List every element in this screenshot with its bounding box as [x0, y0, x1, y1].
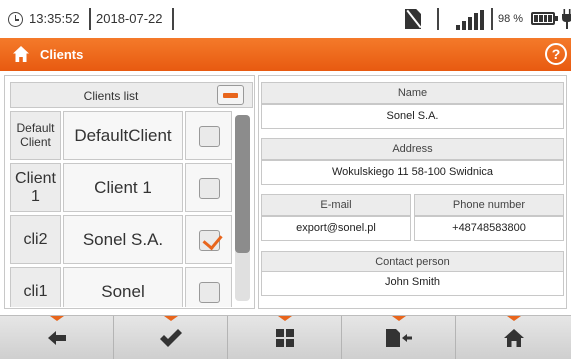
battery-icon	[531, 12, 558, 25]
client-id: Default Client	[10, 111, 61, 160]
email-label: E-mail	[261, 194, 411, 216]
table-row[interactable]: cli1 Sonel	[10, 267, 232, 307]
clients-list: Default Client DefaultClient Client 1 Cl…	[10, 111, 232, 307]
name-label: Name	[261, 82, 564, 104]
client-name: Sonel	[63, 267, 183, 307]
email-field[interactable]: export@sonel.pl	[261, 216, 411, 241]
client-id: cli1	[10, 267, 61, 307]
name-field[interactable]: Sonel S.A.	[261, 104, 564, 129]
home-icon	[503, 329, 524, 347]
bottom-toolbar	[0, 315, 571, 359]
table-row[interactable]: cli2 Sonel S.A.	[10, 215, 232, 266]
clients-list-title: Clients list	[83, 89, 139, 103]
status-divider	[89, 8, 91, 30]
select-all-checkbox[interactable]	[217, 85, 244, 105]
back-button[interactable]	[0, 316, 114, 359]
client-checkbox-checked[interactable]	[199, 230, 220, 251]
home-icon[interactable]	[12, 45, 30, 63]
confirm-button[interactable]	[114, 316, 228, 359]
power-plug-icon	[562, 9, 571, 29]
checkbox-cell	[185, 163, 232, 212]
checkbox-cell	[185, 215, 232, 264]
help-icon[interactable]: ?	[545, 43, 567, 65]
status-date: 2018-07-22	[96, 11, 163, 26]
menu-grid-button[interactable]	[228, 316, 342, 359]
client-name: Sonel S.A.	[63, 215, 183, 264]
table-row[interactable]: Default Client DefaultClient	[10, 111, 232, 162]
clients-list-header: Clients list	[10, 82, 253, 108]
status-divider	[437, 8, 439, 30]
client-checkbox[interactable]	[199, 126, 220, 147]
client-name: Client 1	[63, 163, 183, 212]
address-label: Address	[261, 138, 564, 160]
status-divider	[172, 8, 174, 30]
clock-icon	[8, 12, 23, 27]
title-bar: Clients ?	[0, 38, 571, 71]
status-divider	[491, 8, 493, 30]
signal-strength-icon	[456, 10, 484, 30]
home-button[interactable]	[456, 316, 571, 359]
clients-screen: Clients list Default Client DefaultClien…	[0, 71, 571, 315]
battery-percent: 98 %	[498, 13, 524, 25]
confirm-check-icon	[159, 329, 182, 347]
scrollbar-thumb[interactable]	[235, 115, 250, 253]
address-field[interactable]: Wokulskiego 11 58-100 Swidnica	[261, 160, 564, 185]
client-checkbox[interactable]	[199, 282, 220, 303]
status-time: 13:35:52	[29, 11, 80, 26]
client-checkbox[interactable]	[199, 178, 220, 199]
phone-label: Phone number	[414, 194, 564, 216]
memory-card-export-icon	[385, 329, 412, 347]
contact-person-label: Contact person	[261, 251, 564, 273]
client-id: cli2	[10, 215, 61, 264]
grid-menu-icon	[275, 329, 294, 347]
memory-export-button[interactable]	[342, 316, 456, 359]
back-arrow-icon	[47, 331, 66, 345]
client-name: DefaultClient	[63, 111, 183, 160]
checkbox-cell	[185, 267, 232, 307]
phone-field[interactable]: +48748583800	[414, 216, 564, 241]
checkbox-cell	[185, 111, 232, 160]
list-scrollbar[interactable]	[235, 115, 250, 301]
page-title: Clients	[40, 47, 84, 62]
status-bar: 13:35:52 2018-07-22 98 %	[0, 0, 571, 38]
table-row[interactable]: Client 1 Client 1	[10, 163, 232, 214]
client-id: Client 1	[10, 163, 61, 212]
sdcard-missing-icon	[405, 9, 421, 29]
contact-person-field[interactable]: John Smith	[261, 271, 564, 296]
